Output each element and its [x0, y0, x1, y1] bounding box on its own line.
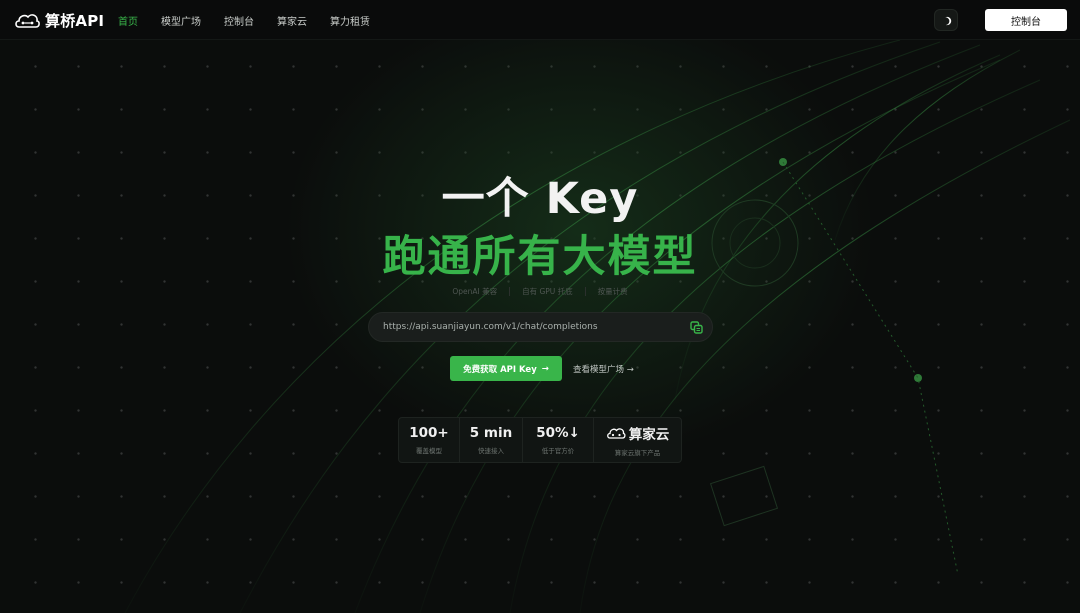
stats-panel: 100+ 覆盖模型 5 min 快速接入 50%↓ 低于官方价 算家云 算家云旗…: [398, 417, 682, 463]
top-navbar: 算桥API 首页 模型广场 控制台 算家云 算力租赁 控制台: [0, 0, 1080, 40]
nav-link-console[interactable]: 控制台: [224, 13, 254, 28]
tag-billing: 按量计费: [597, 287, 628, 296]
hero-title-line1: 一个 Key: [441, 174, 639, 224]
stat-label: 快速接入: [478, 447, 504, 455]
nav-link-model-plaza[interactable]: 模型广场: [161, 13, 201, 28]
stat-value: 50%↓: [536, 425, 580, 441]
stat-label: 覆盖模型: [416, 447, 442, 455]
feature-tags: OpenAI 兼容 自有 GPU 托底 按量计费: [0, 286, 1080, 297]
brand-name: 算家云: [628, 427, 670, 443]
get-api-key-label: 免费获取 API Key: [463, 364, 537, 375]
stat-value: 5 min: [469, 425, 513, 441]
tag-openai-compatible: OpenAI 兼容: [452, 287, 498, 296]
moon-icon: [944, 16, 951, 25]
api-endpoint-box: https://api.suanjiayun.com/v1/chat/compl…: [368, 312, 713, 342]
logo[interactable]: 算桥API: [13, 10, 104, 31]
nav-link-home[interactable]: 首页: [118, 13, 138, 28]
stat-price: 50%↓ 低于官方价: [523, 418, 594, 462]
tag-gpu: 自有 GPU 托底: [522, 287, 573, 296]
console-button[interactable]: 控制台: [985, 9, 1067, 31]
stat-onboarding: 5 min 快速接入: [460, 418, 523, 462]
logo-text: 算桥API: [45, 12, 105, 30]
hero-title-line2: 跑通所有大模型: [382, 232, 698, 282]
nav-links: 首页 模型广场 控制台 算家云 算力租赁: [118, 13, 393, 28]
stat-value: 100+: [409, 425, 449, 441]
api-endpoint-url: https://api.suanjiayun.com/v1/chat/compl…: [383, 322, 598, 332]
stat-brand-value: 算家云: [606, 423, 670, 443]
nav-link-suanjiayun[interactable]: 算家云: [277, 13, 307, 28]
cloud-brand-icon: [606, 427, 626, 439]
page-background: [0, 0, 1080, 613]
nav-link-compute-rental[interactable]: 算力租赁: [330, 13, 370, 28]
stat-brand: 算家云 算家云旗下产品: [594, 418, 681, 462]
theme-toggle-button[interactable]: [934, 9, 958, 31]
stat-label: 低于官方价: [541, 447, 575, 455]
get-api-key-button[interactable]: 免费获取 API Key →: [450, 356, 562, 381]
stat-label: 算家云旗下产品: [614, 449, 661, 457]
copy-icon[interactable]: [690, 321, 703, 334]
arrow-right-icon: →: [541, 363, 549, 374]
cloud-logo-icon: [15, 13, 40, 28]
stat-models: 100+ 覆盖模型: [399, 418, 460, 462]
view-model-plaza-link[interactable]: 查看模型广场 →: [573, 363, 634, 375]
